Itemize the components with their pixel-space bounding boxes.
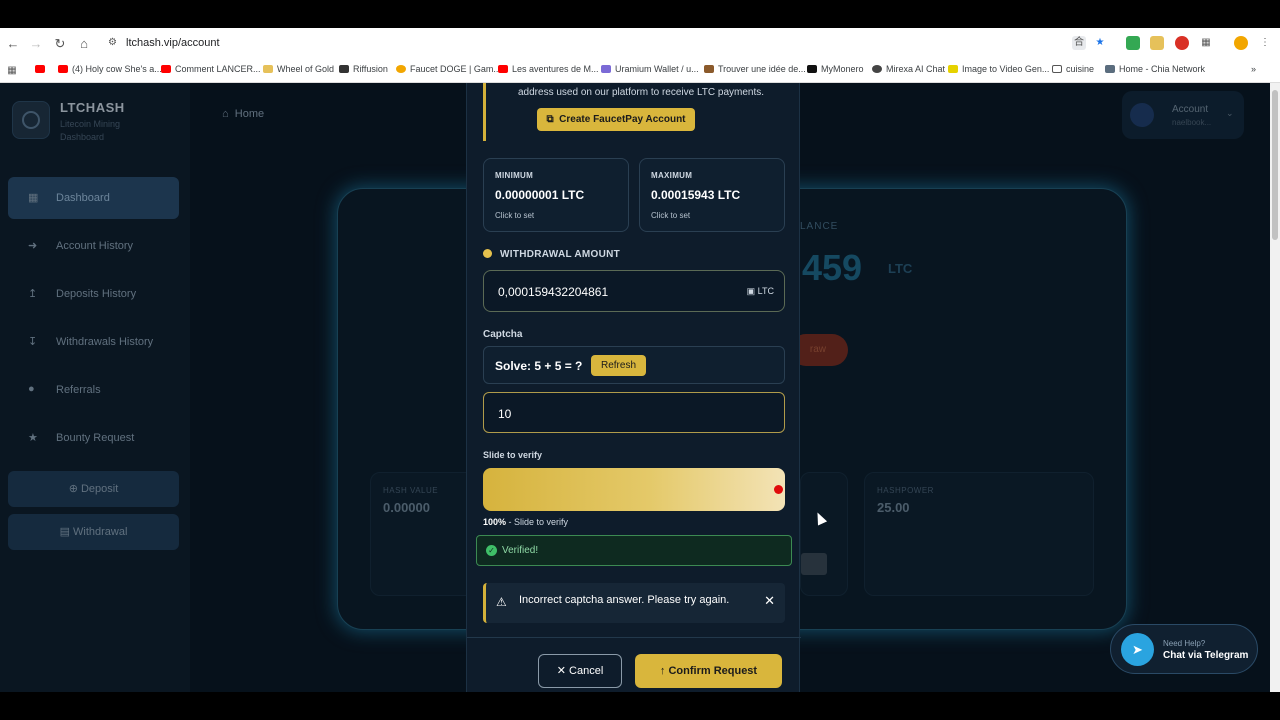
bookmark[interactable]: Image to Video Gen... [948, 64, 1049, 74]
back-icon[interactable]: ← [5, 36, 21, 52]
withdrawal-amount-label: WITHDRAWAL AMOUNT [483, 249, 620, 260]
bookmark[interactable]: Les aventures de M... [498, 64, 599, 74]
captcha-answer-input[interactable]: 10 [483, 392, 785, 433]
screen: ← → ↻ ⌂ ⚙ ltchash.vip/account 合 ★ ▦ ⋮ ▦ … [0, 0, 1280, 720]
extension-red-icon[interactable] [1175, 36, 1189, 50]
scrollbar-thumb[interactable] [1272, 90, 1278, 240]
translate-icon[interactable]: 合 [1072, 36, 1086, 50]
extension-icon[interactable] [1150, 36, 1164, 50]
more-bookmarks-icon[interactable]: » [1251, 64, 1256, 74]
address-bar[interactable]: ⚙ ltchash.vip/account [100, 32, 1120, 56]
external-link-icon: ⧉ [546, 114, 554, 125]
top-letterbox [0, 0, 1280, 28]
slide-progress-text: 100% - Slide to verify [483, 517, 569, 527]
create-faucetpay-button[interactable]: ⧉ Create FaucetPay Account [537, 108, 695, 131]
extension-shield-icon[interactable] [1126, 36, 1140, 50]
coins-icon [483, 249, 492, 258]
modal-footer-divider [467, 637, 801, 638]
check-circle-icon: ✓ [486, 545, 497, 556]
withdrawal-amount-input[interactable]: 0,000159432204861 ▣ LTC [483, 270, 785, 312]
profile-icon[interactable] [1234, 36, 1248, 50]
faucetpay-notice: address used on our platform to receive … [483, 83, 785, 141]
cancel-button[interactable]: ✕ Cancel [538, 654, 622, 688]
slider-handle[interactable] [774, 485, 783, 494]
broken-image-icon: ▣ [746, 286, 756, 296]
apps-icon[interactable]: ▦ [4, 63, 20, 79]
site-info-icon[interactable]: ⚙ [108, 37, 117, 48]
verified-banner: ✓ Verified! [476, 535, 792, 566]
captcha-label: Captcha [483, 329, 523, 340]
forward-icon[interactable]: → [28, 36, 44, 52]
menu-icon[interactable]: ⋮ [1258, 36, 1272, 50]
browser-chrome: ← → ↻ ⌂ ⚙ ltchash.vip/account 合 ★ ▦ ⋮ ▦ … [0, 28, 1280, 83]
reload-icon[interactable]: ↻ [52, 36, 68, 52]
bottom-letterbox [0, 692, 1280, 720]
bookmark[interactable]: Riffusion [339, 64, 388, 74]
minimum-card[interactable]: MINIMUM 0.00000001 LTC Click to set [483, 158, 629, 232]
withdrawal-modal: address used on our platform to receive … [466, 83, 801, 692]
url-row: ← → ↻ ⌂ ⚙ ltchash.vip/account 合 ★ ▦ ⋮ [0, 28, 1280, 60]
bookmark[interactable]: Mirexa AI Chat [872, 64, 945, 74]
extensions-puzzle-icon[interactable]: ▦ [1199, 36, 1213, 50]
bookmark[interactable]: Comment LANCER... [161, 64, 261, 74]
home-icon[interactable]: ⌂ [76, 36, 92, 52]
captcha-question-box: Solve: 5 + 5 = ? Refresh [483, 346, 785, 384]
page: LTCHASH Litecoin Mining Dashboard ▦ Dash… [0, 83, 1270, 692]
warning-icon: ⚠ [496, 595, 507, 609]
url-text: ltchash.vip/account [126, 37, 220, 49]
telegram-icon: ➤ [1121, 633, 1154, 666]
bookmark[interactable]: Home - Chia Network [1105, 64, 1205, 74]
bookmark[interactable]: MyMonero [807, 64, 864, 74]
bookmark[interactable]: Uramium Wallet / u... [601, 64, 699, 74]
slide-to-verify-slider[interactable] [483, 468, 785, 511]
bookmark[interactable]: Wheel of Gold [263, 64, 334, 74]
bookmark[interactable]: Trouver une idée de... [704, 64, 806, 74]
maximum-card[interactable]: MAXIMUM 0.00015943 LTC Click to set [639, 158, 785, 232]
ltc-unit: ▣ LTC [746, 286, 774, 296]
bookmark[interactable]: (4) Holy cow She's a... [58, 64, 162, 74]
telegram-chat-button[interactable]: ➤ Need Help? Chat via Telegram [1110, 624, 1258, 674]
refresh-captcha-button[interactable]: Refresh [591, 355, 646, 376]
slide-label: Slide to verify [483, 450, 543, 460]
arrow-up-icon: ↑ [659, 665, 666, 677]
bookmark-folder[interactable]: cuisine [1052, 64, 1094, 74]
bookmark[interactable]: Faucet DOGE | Gam... [396, 64, 501, 74]
confirm-request-button[interactable]: ↑ Confirm Request [635, 654, 782, 688]
close-icon[interactable]: ✕ [764, 593, 775, 609]
bookmark-star-icon[interactable]: ★ [1093, 36, 1107, 50]
captcha-error-alert: ⚠ Incorrect captcha answer. Please try a… [483, 583, 785, 623]
bookmark-youtube[interactable] [35, 64, 49, 74]
bookmarks-bar: ▦ (4) Holy cow She's a... Comment LANCER… [0, 60, 1280, 82]
